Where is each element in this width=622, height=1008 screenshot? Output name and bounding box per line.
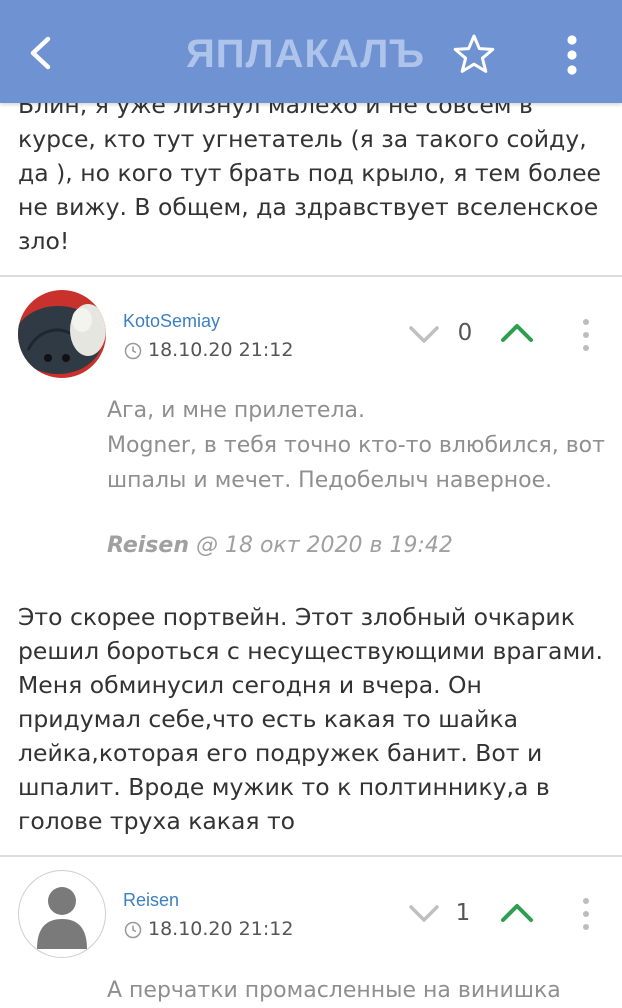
avatar[interactable] <box>18 290 106 378</box>
favorite-button[interactable] <box>452 33 496 77</box>
site-logo[interactable]: ЯПЛАКАЛЪ <box>186 30 426 78</box>
avatar[interactable] <box>18 870 106 958</box>
upvote-button[interactable] <box>500 322 534 344</box>
top-app-bar: ЯПЛАКАЛЪ <box>0 0 622 103</box>
timestamp-text: 18.10.20 21:12 <box>148 918 294 940</box>
quote-meta: @ 18 окт 2020 в 19:42 <box>188 533 453 558</box>
back-arrow-icon <box>30 36 51 70</box>
chevron-up-icon <box>501 324 533 342</box>
chevron-up-icon <box>501 904 533 922</box>
more-vert-icon <box>583 319 589 351</box>
chevron-down-icon <box>409 326 439 343</box>
downvote-button[interactable] <box>408 324 440 346</box>
overflow-menu-button[interactable] <box>560 30 584 80</box>
username-link[interactable]: Reisen <box>123 890 179 911</box>
cat-avatar-image <box>18 290 106 378</box>
username-link[interactable]: KotoSemiay <box>123 311 220 332</box>
upvote-button[interactable] <box>500 902 534 924</box>
comment-divider <box>0 275 622 277</box>
quote-text: Ага, и мне прилетела. Mogner, в тебя точ… <box>107 398 605 493</box>
timestamp-text: 18.10.20 21:12 <box>148 339 294 361</box>
comment-body: Это скорее портвейн. Этот злобный очкари… <box>18 603 603 835</box>
quote-signature: Reisen @ 18 окт 2020 в 19:42 <box>107 533 453 558</box>
quote-author-link[interactable]: Reisen <box>107 533 189 558</box>
chevron-down-icon <box>409 905 439 922</box>
back-button[interactable] <box>22 30 62 76</box>
vote-count: 1 <box>455 900 471 926</box>
comment-menu-button[interactable] <box>580 897 592 931</box>
post-timestamp: 18.10.20 21:12 <box>124 339 293 361</box>
clock-icon <box>124 921 142 938</box>
star-icon <box>453 34 495 73</box>
comment-menu-button[interactable] <box>580 318 592 352</box>
post-timestamp: 18.10.20 21:12 <box>124 918 293 940</box>
downvote-button[interactable] <box>408 903 440 925</box>
default-user-avatar-icon <box>37 887 87 949</box>
more-vert-icon <box>567 35 577 75</box>
quote-text: А перчатки промасленные на винишка <box>107 978 561 1003</box>
comment-divider <box>0 855 622 857</box>
comment-body: Блин, я уже лизнул малехо и не совсем в … <box>18 91 602 255</box>
clock-icon <box>124 342 142 359</box>
vote-count: 0 <box>457 320 473 346</box>
more-vert-icon <box>583 898 589 930</box>
